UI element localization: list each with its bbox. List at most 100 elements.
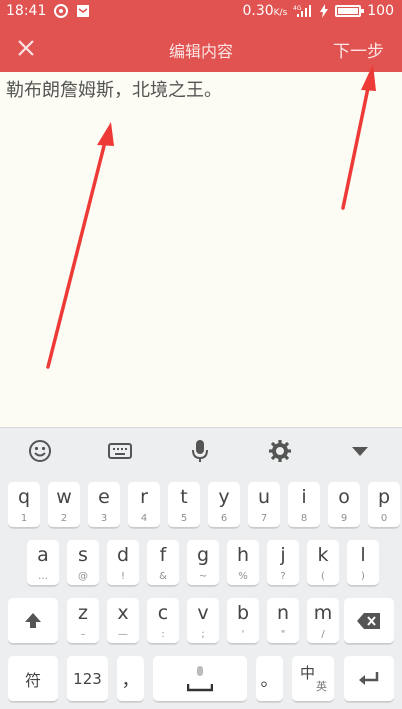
editor-text[interactable]: 勒布朗詹姆斯，北境之王。 (6, 76, 222, 102)
key-label: w (56, 486, 72, 508)
title-bar: 编辑内容 下一步 (0, 24, 402, 72)
key-a[interactable]: a… (27, 540, 59, 586)
key-k[interactable]: k( (307, 540, 339, 586)
symbol-key[interactable]: 符 (8, 656, 58, 702)
key-sublabel: " (280, 629, 286, 640)
key-label: x (117, 602, 129, 624)
key-label: v (197, 602, 209, 624)
next-step-button[interactable]: 下一步 (333, 37, 384, 62)
number-key[interactable]: 123 (67, 656, 108, 702)
number-key-label: 123 (73, 669, 102, 688)
lang-sub-label: 英 (316, 680, 327, 693)
netease-icon (54, 4, 69, 18)
key-p[interactable]: p0 (368, 482, 400, 528)
key-label: d (116, 544, 130, 566)
key-y[interactable]: y6 (208, 482, 240, 528)
key-h[interactable]: h% (227, 540, 259, 586)
backspace-key[interactable] (344, 598, 394, 644)
comma-key[interactable]: ， (117, 656, 144, 702)
key-q[interactable]: q1 (8, 482, 40, 528)
key-sublabel: & (159, 571, 167, 582)
key-r[interactable]: r4 (128, 482, 160, 528)
key-x[interactable]: x — (107, 598, 139, 644)
key-sublabel: ? (280, 571, 286, 582)
key-t[interactable]: t5 (168, 482, 200, 528)
emoji-icon[interactable] (27, 438, 53, 464)
key-label: g (196, 544, 210, 566)
key-sublabel: 9 (340, 513, 348, 524)
key-m[interactable]: m / (307, 598, 339, 644)
key-label: b (236, 602, 250, 624)
key-label: m (313, 602, 333, 624)
content-editor[interactable]: 勒布朗詹姆斯，北境之王。 (0, 72, 402, 427)
period-key[interactable]: 。 (256, 656, 283, 702)
key-label: e (98, 486, 110, 508)
microphone-icon[interactable] (187, 438, 213, 464)
key-label: r (140, 486, 148, 508)
key-label: a (37, 544, 49, 566)
key-z[interactable]: z – (67, 598, 99, 644)
key-sublabel: 0 (380, 513, 388, 524)
key-l[interactable]: l) (347, 540, 379, 586)
key-sublabel: ; (201, 629, 205, 640)
key-u[interactable]: u7 (248, 482, 280, 528)
language-switch-key[interactable]: 中 英 (292, 656, 334, 702)
key-sublabel: ) (361, 571, 365, 582)
key-v[interactable]: v; (187, 598, 219, 644)
key-label: k (317, 544, 329, 566)
key-label: n (276, 602, 290, 624)
signal-icon: 4G (293, 5, 312, 17)
space-key[interactable] (153, 656, 247, 702)
status-time: 18:41 (6, 3, 47, 19)
key-sublabel: % (238, 571, 248, 582)
space-mic-icon (187, 666, 213, 692)
key-g[interactable]: g ~ (187, 540, 219, 586)
key-d[interactable]: d! (107, 540, 139, 586)
key-n[interactable]: n " (267, 598, 299, 644)
key-c[interactable]: c: (147, 598, 179, 644)
symbol-key-label: 符 (24, 670, 41, 690)
key-sublabel: … (38, 571, 48, 582)
shift-key[interactable] (8, 598, 58, 644)
key-b[interactable]: b ' (227, 598, 259, 644)
key-w[interactable]: w2 (48, 482, 80, 528)
enter-icon (359, 672, 379, 685)
key-sublabel: 5 (180, 513, 188, 524)
mail-icon (77, 5, 90, 17)
key-label: c (157, 602, 169, 624)
key-sublabel: 1 (20, 513, 28, 524)
key-label: u (257, 486, 271, 508)
key-j[interactable]: j? (267, 540, 299, 586)
key-label: t (180, 486, 188, 508)
key-o[interactable]: o9 (328, 482, 360, 528)
key-label: j (280, 544, 286, 566)
key-f[interactable]: f & (147, 540, 179, 586)
keyboard-icon[interactable] (107, 438, 133, 464)
key-label: i (301, 486, 307, 508)
key-e[interactable]: e3 (88, 482, 120, 528)
status-bar: 18:41 0.30K/s 4G 100 (0, 0, 402, 24)
shift-icon (25, 613, 41, 628)
key-i[interactable]: i8 (288, 482, 320, 528)
key-sublabel: 6 (220, 513, 228, 524)
key-sublabel: ( (321, 571, 325, 582)
key-sublabel: ! (120, 571, 125, 582)
lang-main-label: 中 (300, 664, 316, 682)
enter-key[interactable] (344, 656, 394, 702)
key-sublabel: 3 (100, 513, 108, 524)
key-s[interactable]: s @ (67, 540, 99, 586)
battery-percent: 100 (367, 3, 394, 19)
key-label: f (159, 544, 167, 566)
key-sublabel: / (321, 629, 325, 640)
comma-key-label: ， (121, 669, 140, 691)
gear-icon[interactable] (267, 438, 293, 464)
charging-icon (320, 4, 329, 18)
key-sublabel: 8 (300, 513, 308, 524)
key-label: o (338, 486, 350, 508)
key-sublabel: — (118, 629, 128, 640)
key-sublabel: – (80, 629, 86, 640)
collapse-keyboard-icon[interactable] (347, 438, 373, 464)
svg-text:4G: 4G (293, 5, 302, 12)
key-sublabel: 7 (260, 513, 268, 524)
key-sublabel: 2 (60, 513, 68, 524)
